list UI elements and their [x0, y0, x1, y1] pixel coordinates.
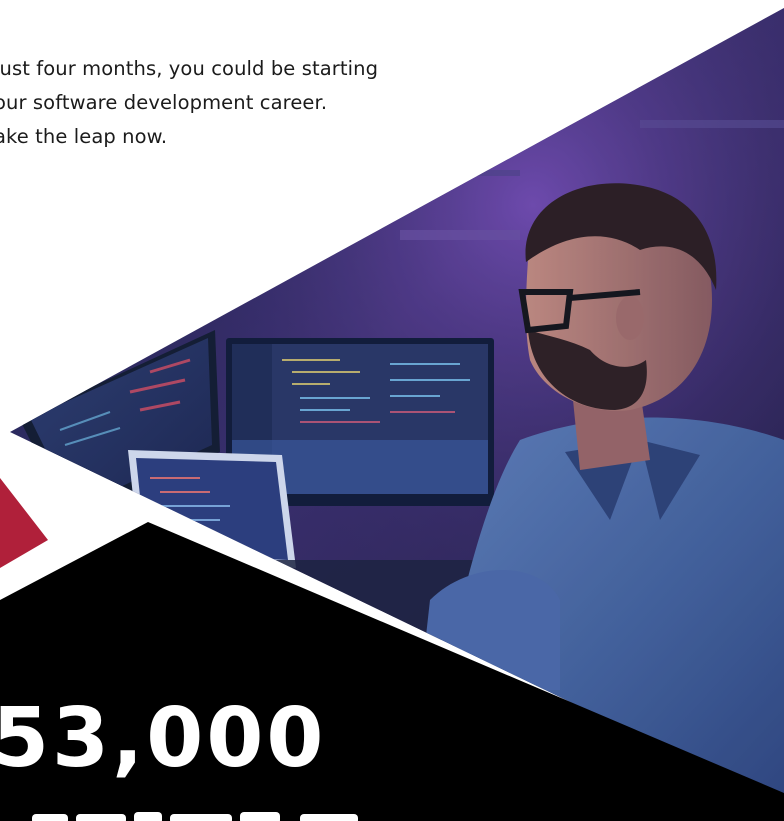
- intro-copy: just four months, you could be starting …: [0, 52, 514, 154]
- intro-line-1: just four months, you could be starting: [0, 57, 379, 80]
- stat-figure: 53,000: [0, 691, 327, 786]
- promo-banner: just four months, you could be starting …: [0, 0, 784, 821]
- red-accent: [0, 478, 48, 568]
- stat-caption-cropped: [32, 812, 358, 821]
- intro-line-3: ake the leap now.: [0, 125, 168, 148]
- intro-line-2: our software development career.: [0, 91, 328, 114]
